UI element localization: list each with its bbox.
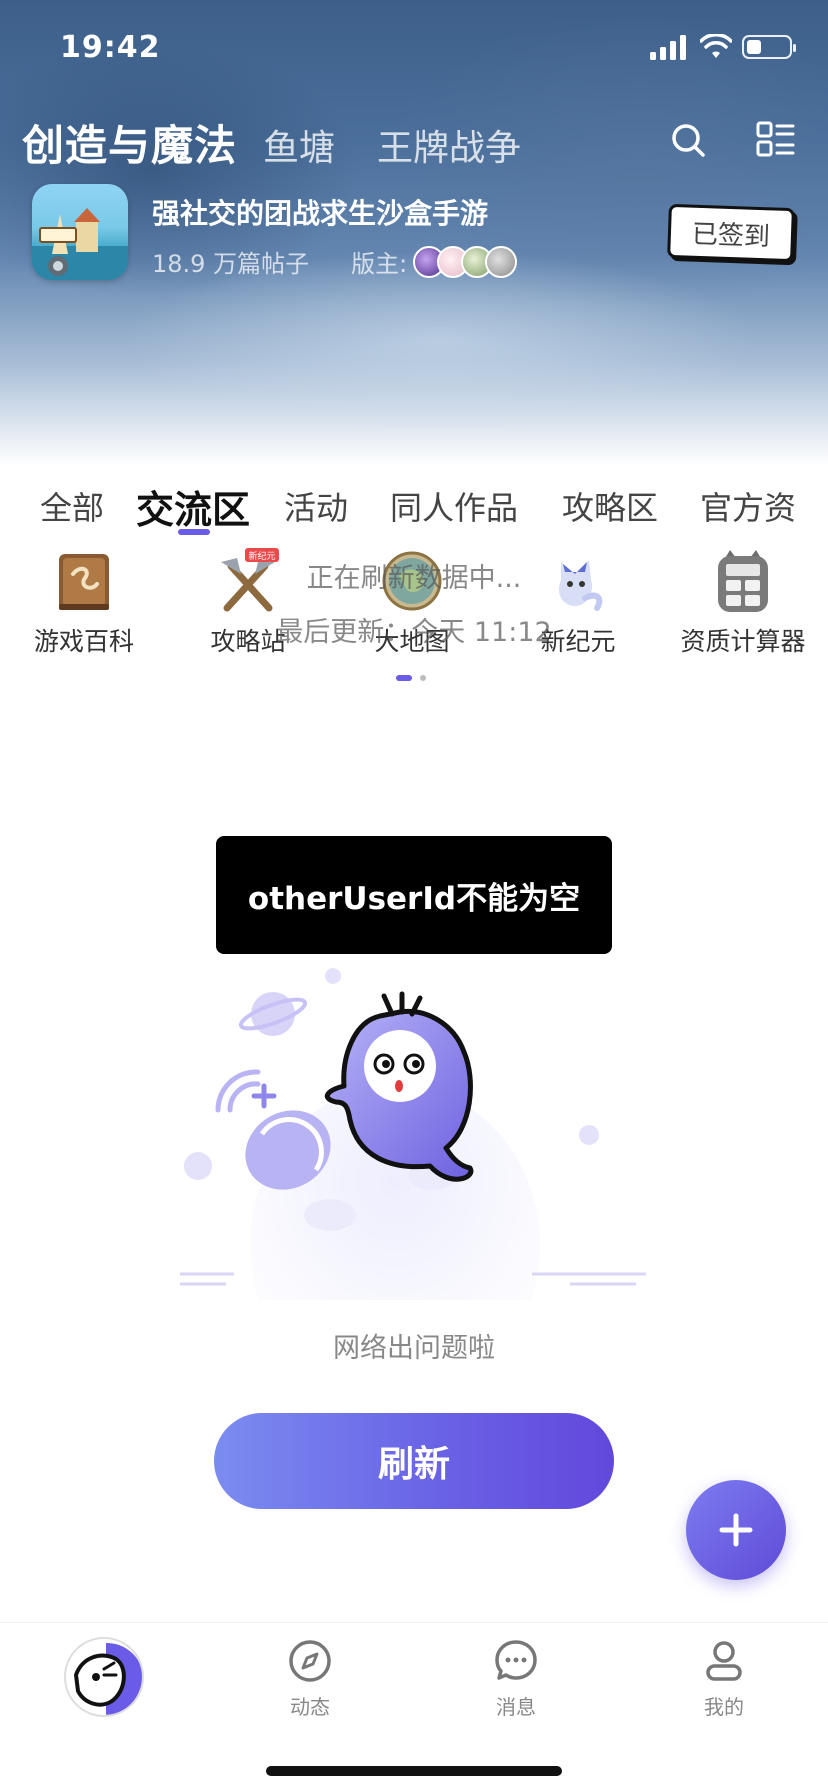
shortcut-label: 攻略站 [210, 627, 286, 656]
section-tabs: 全部 交流区 活动 同人作品 攻略区 官方资 [0, 465, 828, 537]
shortcut-label: 新纪元 [540, 627, 616, 656]
compass-icon [289, 1640, 331, 1682]
community-title[interactable]: 创造与魔法 [22, 112, 237, 173]
community-switch-ace-war[interactable]: 王牌战争 [377, 119, 521, 171]
shortcut-page-indicator [396, 675, 426, 681]
create-post-button[interactable] [686, 1480, 786, 1580]
community-header: 19:42 创造与魔法 鱼塘 王牌战争 强社交的团战求生沙盒手游 18.9 万篇… [0, 0, 828, 465]
moderator-label: 版主: [351, 250, 408, 278]
nav-messages[interactable]: 消息 [456, 1639, 576, 1720]
shortcut-world-map[interactable]: 大地图 [337, 548, 487, 658]
shortcut-label: 大地图 [374, 627, 450, 656]
nav-label: 消息 [496, 1695, 536, 1719]
status-icons [650, 34, 796, 60]
wifi-icon [700, 34, 732, 58]
avatar [485, 245, 518, 278]
home-indicator [266, 1766, 562, 1776]
network-error-illustration [180, 968, 646, 1300]
profile-icon [706, 1641, 742, 1681]
game-logo-icon [32, 208, 128, 280]
refresh-button[interactable]: 刷新 [214, 1413, 614, 1509]
moderator-avatars[interactable] [413, 245, 518, 278]
tab-all[interactable]: 全部 [40, 483, 104, 529]
game-meta: 18.9 万篇帖子 版主: [152, 244, 518, 279]
signal-icon [650, 35, 686, 60]
active-tab-indicator [178, 529, 210, 535]
checkin-button[interactable]: 已签到 [667, 203, 795, 263]
tab-guides[interactable]: 攻略区 [562, 483, 658, 529]
nav-label: 我的 [704, 1695, 744, 1719]
shortcut-calculator[interactable]: 资质计算器 [668, 548, 818, 658]
game-description: 强社交的团战求生沙盒手游 [152, 197, 489, 230]
search-icon[interactable] [668, 120, 708, 160]
shortcut-new-era[interactable]: 新纪元 [503, 548, 653, 658]
error-toast: otherUserId不能为空 [216, 836, 612, 954]
battery-icon [742, 35, 796, 59]
shortcut-label: 资质计算器 [680, 627, 806, 656]
shortcut-guides[interactable]: 新纪元 攻略站 [173, 548, 323, 658]
nav-feed[interactable]: 动态 [250, 1639, 370, 1720]
tab-fan-works[interactable]: 同人作品 [390, 483, 518, 529]
new-era-badge: 新纪元 [248, 550, 275, 562]
network-error-message: 网络出问题啦 [333, 1333, 495, 1364]
shortcut-grid: 游戏百科 新纪元 攻略站 大地图 新纪元 资质计算器 [0, 548, 828, 660]
fox-mascot-icon [558, 560, 603, 611]
calculator-icon [718, 550, 768, 612]
tab-discussion[interactable]: 交流区 [136, 479, 250, 534]
crossed-tools-icon: 新纪元 [221, 548, 279, 612]
nav-profile[interactable]: 我的 [664, 1639, 784, 1720]
tab-events[interactable]: 活动 [284, 483, 348, 529]
status-time: 19:42 [60, 30, 161, 65]
world-map-icon [382, 551, 442, 611]
nav-home[interactable] [64, 1637, 144, 1717]
shortcut-label: 游戏百科 [33, 627, 134, 656]
home-fish-icon [73, 1643, 142, 1715]
encyclopedia-book-icon [59, 554, 109, 610]
game-app-icon[interactable] [32, 184, 128, 280]
community-switch-fishpond[interactable]: 鱼塘 [263, 119, 335, 171]
plus-icon [719, 1513, 753, 1547]
community-title-row: 创造与魔法 鱼塘 王牌战争 [22, 112, 521, 173]
tab-official[interactable]: 官方资 [700, 483, 796, 529]
shortcut-encyclopedia[interactable]: 游戏百科 [9, 548, 159, 658]
category-menu-icon[interactable] [756, 120, 796, 160]
chat-bubble-icon [495, 1640, 537, 1680]
post-count: 18.9 万篇帖子 [152, 250, 310, 278]
nav-label: 动态 [290, 1695, 330, 1719]
